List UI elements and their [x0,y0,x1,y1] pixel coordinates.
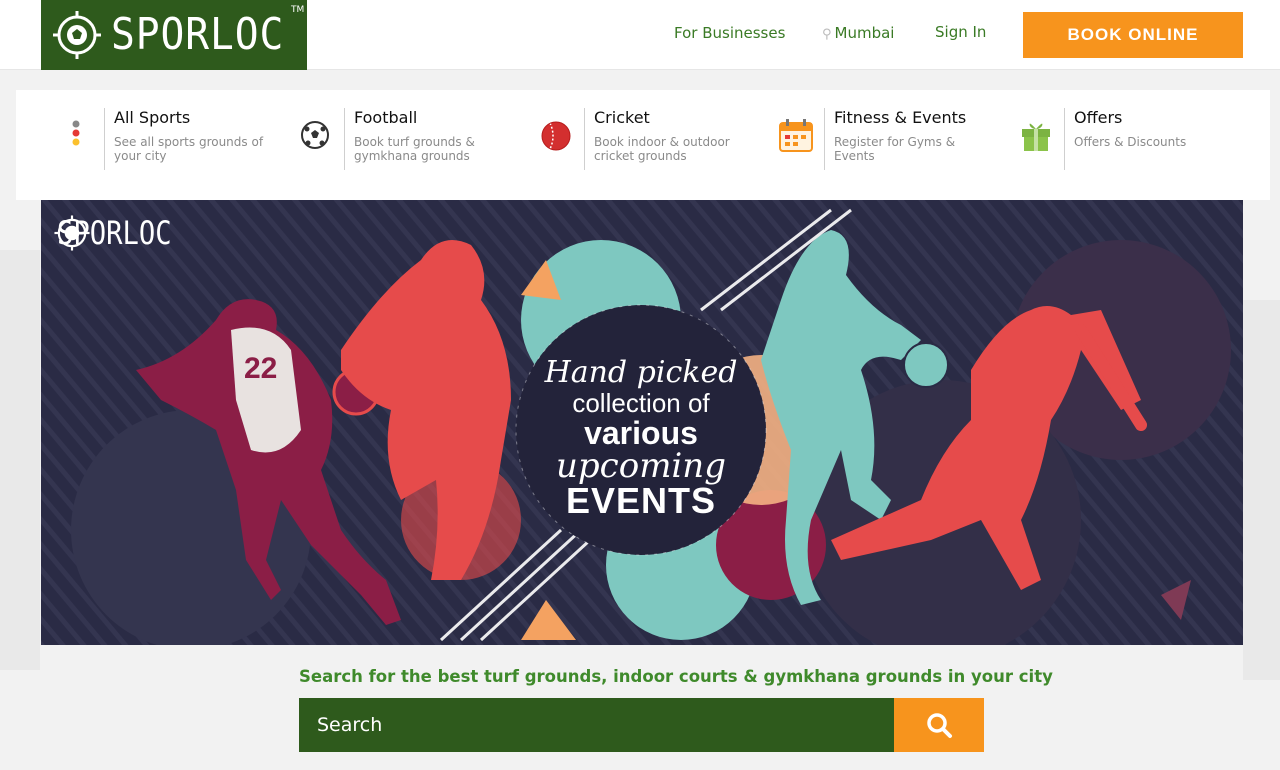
category-desc: Book indoor & outdoor cricket grounds [594,135,730,163]
category-desc: Book turf grounds & gymkhana grounds [354,135,475,163]
banner-headline: Hand picked collection of various upcomi… [521,355,761,522]
sign-in-link[interactable]: Sign In [935,23,986,41]
search-button[interactable] [894,698,984,752]
book-online-button[interactable]: BOOK ONLINE [1023,12,1243,58]
brand-logo[interactable]: SPORLOC [41,0,307,70]
category-title: Football [354,108,418,127]
search-input[interactable] [299,698,895,752]
category-body: Offers Offers & Discounts [1064,108,1234,170]
category-title: Fitness & Events [834,108,967,127]
cricket-ball-icon [541,121,571,151]
svg-text:22: 22 [244,352,277,385]
headline-line: Hand picked [544,355,738,390]
background-shape [1243,300,1280,680]
category-title: Offers [1074,108,1123,127]
category-title: Cricket [594,108,650,127]
location-label: Mumbai [834,24,895,42]
top-header: SPORLOC TM For Businesses ⚲ Mumbai Sign I… [0,0,1280,70]
map-pin-icon: ⚲ [822,27,832,42]
trademark: TM [291,5,305,15]
traffic-dots-icon [72,120,80,146]
for-businesses-link[interactable]: For Businesses [674,24,785,42]
search-icon [927,713,952,738]
category-title: All Sports [114,108,191,127]
logo-text: SPORLOC [111,9,285,60]
football-icon [301,121,329,149]
category-strip: All Sports See all sports grounds of you… [16,90,1270,200]
hero-banner[interactable]: 22 SPORLOC Hand picked collection of var… [41,200,1243,645]
location-link[interactable]: ⚲ Mumbai [822,24,894,42]
search-caption: Search for the best turf grounds, indoor… [299,667,1053,686]
category-body: Football Book turf grounds & gymkhana gr… [344,108,514,170]
category-body: Cricket Book indoor & outdoor cricket gr… [584,108,754,170]
banner-logo-text: SPORLOC [57,214,172,252]
category-body: Fitness & Events Register for Gyms & Eve… [824,108,994,170]
calendar-icon [779,119,813,152]
headline-line: EVENTS [565,480,717,521]
target-ball-icon [53,11,101,59]
category-desc: Offers & Discounts [1074,135,1187,149]
category-desc: Register for Gyms & Events [834,135,956,163]
gift-icon [1022,123,1050,151]
background-shape [0,250,40,670]
banner-logo: SPORLOC [53,214,192,252]
category-body: All Sports See all sports grounds of you… [104,108,274,170]
category-desc: See all sports grounds of your city [114,135,264,163]
